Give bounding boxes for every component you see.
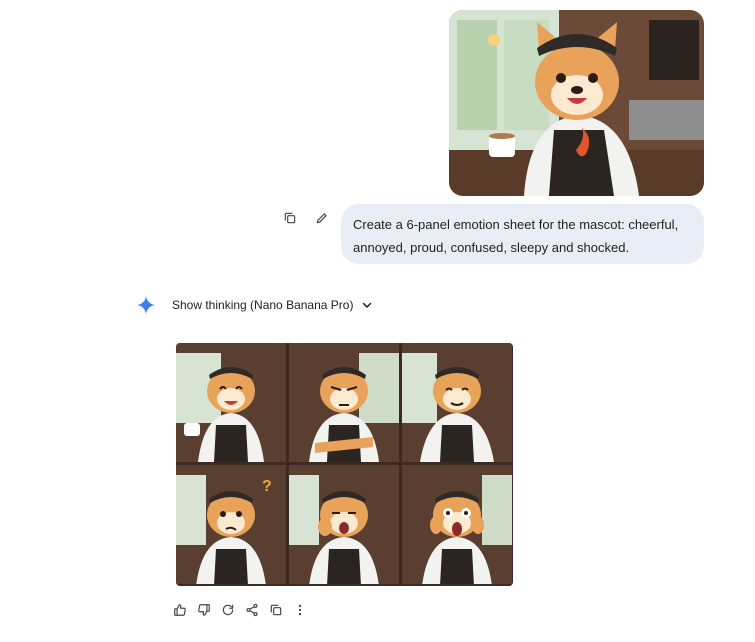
edit-icon	[316, 213, 327, 224]
thumbs-up-icon	[174, 604, 186, 616]
share-button[interactable]	[244, 602, 260, 618]
good-response-button[interactable]	[172, 602, 188, 618]
panel-annoyed	[289, 343, 399, 462]
redo-icon	[222, 604, 234, 616]
sparkle-icon	[136, 295, 156, 315]
panel-shocked	[402, 465, 512, 584]
redo-button[interactable]	[220, 602, 236, 618]
more-options-button[interactable]	[292, 602, 308, 618]
share-icon	[246, 603, 258, 617]
user-message-line-2: annoyed, proud, confused, sleepy and sho…	[353, 240, 630, 255]
user-message-bubble: Create a 6-panel emotion sheet for the m…	[341, 204, 704, 264]
response-actions	[172, 602, 308, 618]
chevron-down-icon	[363, 302, 372, 308]
bad-response-button[interactable]	[196, 602, 212, 618]
edit-prompt-button[interactable]	[312, 208, 332, 228]
uploaded-mascot-image[interactable]	[449, 10, 704, 196]
copy-prompt-button[interactable]	[280, 208, 300, 228]
show-thinking-toggle[interactable]: Show thinking (Nano Banana Pro)	[172, 296, 373, 314]
user-message-line-1: Create a 6-panel emotion sheet for the m…	[353, 217, 679, 232]
emotion-sheet-image[interactable]: ?	[176, 343, 513, 586]
panel-confused: ?	[176, 465, 286, 584]
panel-proud	[402, 343, 512, 462]
more-vert-icon	[298, 604, 302, 616]
copy-icon	[270, 604, 282, 616]
thumbs-down-icon	[198, 604, 210, 616]
copy-icon	[284, 212, 296, 224]
panel-sleepy	[289, 465, 399, 584]
svg-text:?: ?	[262, 478, 272, 495]
show-thinking-label: Show thinking (Nano Banana Pro)	[172, 298, 354, 312]
copy-response-button[interactable]	[268, 602, 284, 618]
panel-cheerful	[176, 343, 286, 462]
